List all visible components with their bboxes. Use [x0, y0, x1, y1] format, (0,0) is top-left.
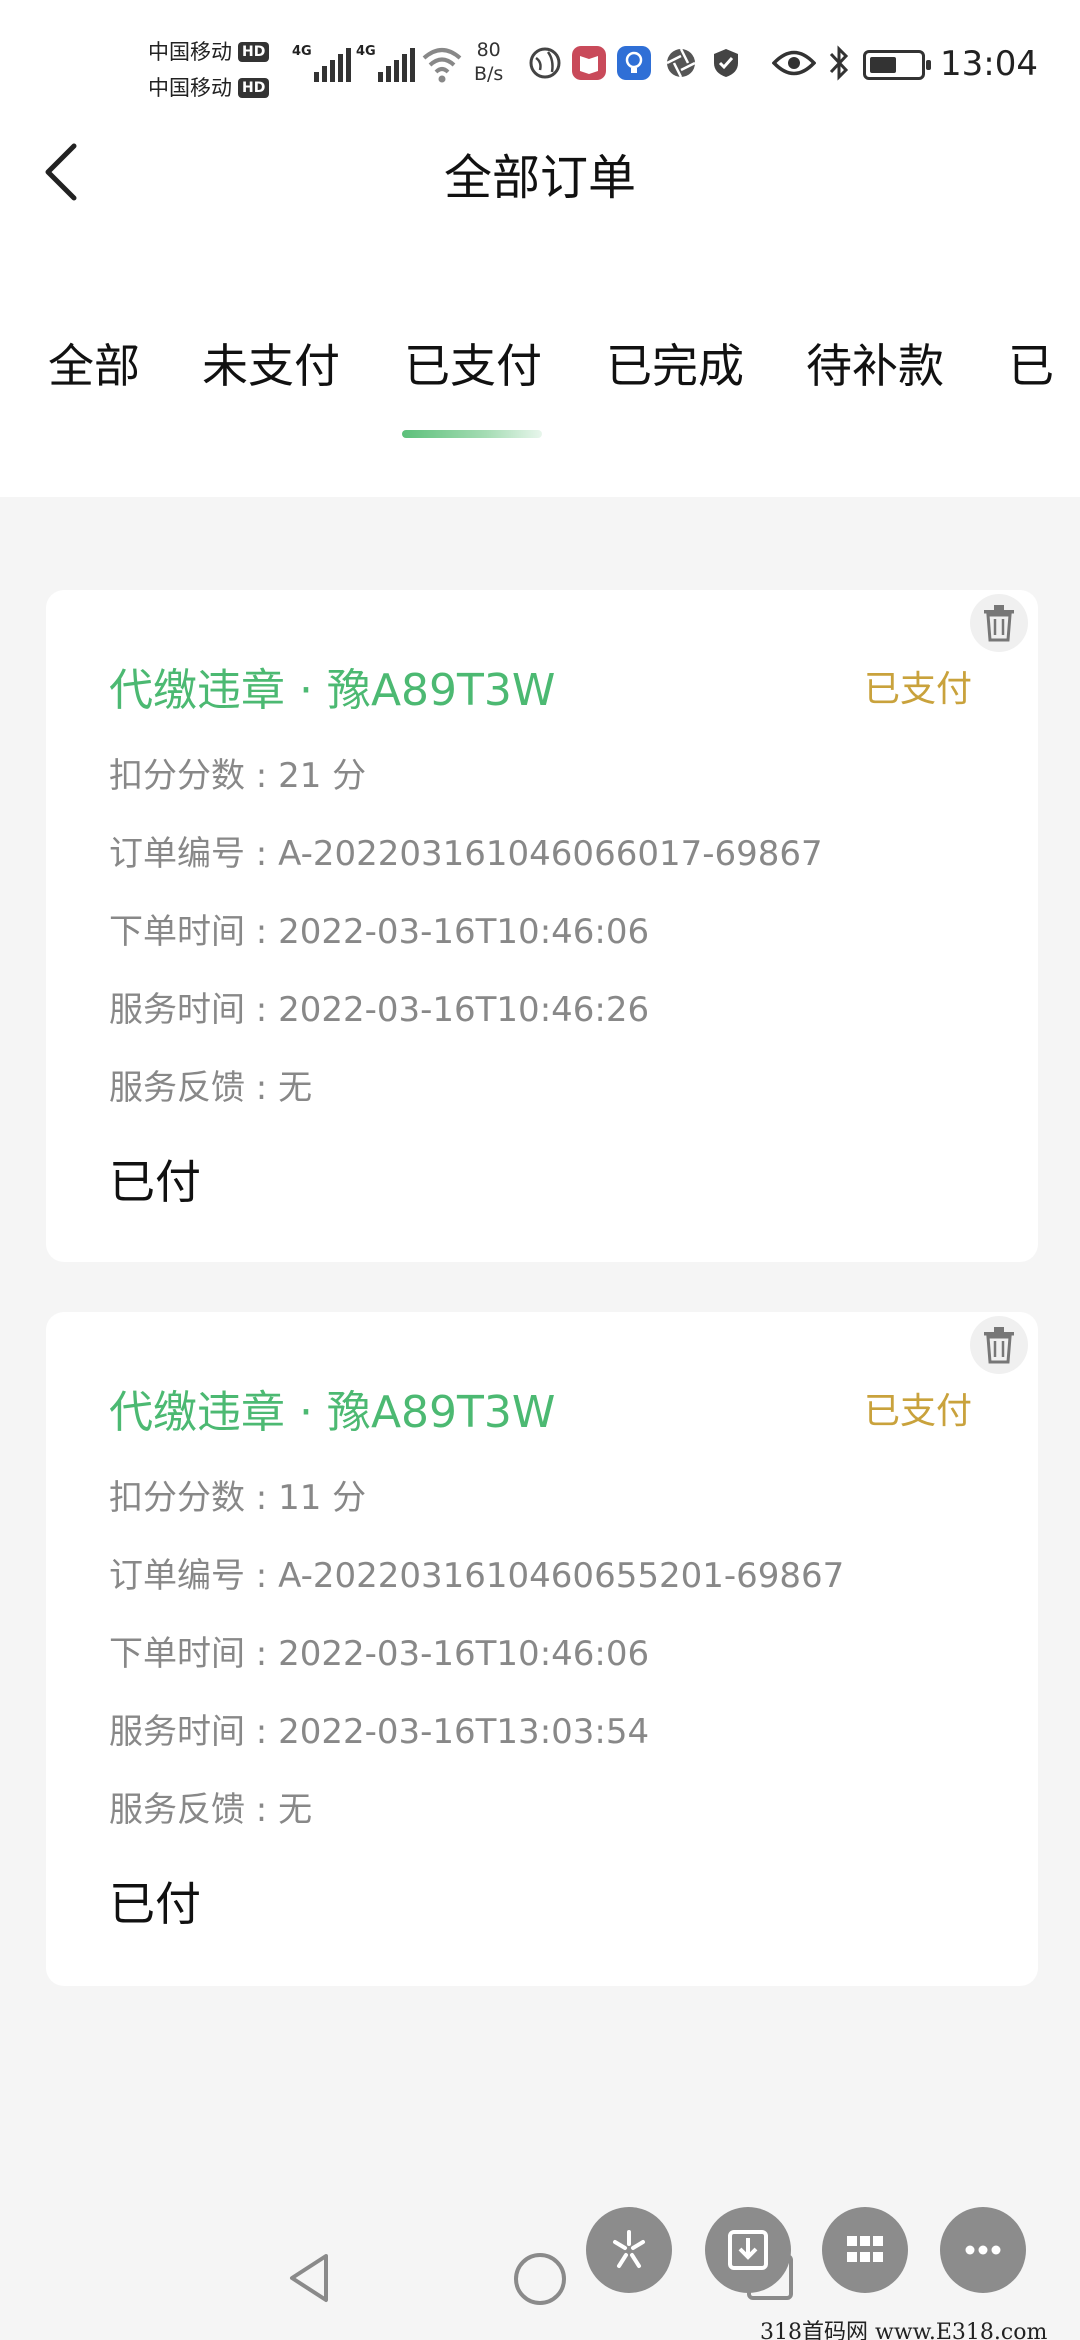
watermark: 318首码网 www.E318.com — [760, 2320, 1048, 2340]
floating-assist-button[interactable] — [586, 2207, 672, 2293]
carrier-2: 中国移动 — [148, 76, 232, 100]
order-points: 扣分分数 : 11 分 — [109, 1478, 367, 1518]
order-points: 扣分分数 : 21 分 — [109, 756, 367, 796]
grid-icon — [847, 2236, 883, 2262]
nav-home-icon[interactable] — [514, 2253, 566, 2305]
paid-label: 已付 — [109, 1877, 201, 1931]
order-card[interactable]: 代缴违章 · 豫A89T3W 已支付 扣分分数 : 11 分 订单编号 : A-… — [46, 1312, 1038, 1986]
tab-pending-payment[interactable]: 待补款 — [806, 330, 944, 396]
service-time: 服务时间 : 2022-03-16T10:46:26 — [109, 990, 650, 1030]
net-speed-unit: B/s — [474, 63, 504, 85]
floating-apps-button[interactable] — [822, 2207, 908, 2293]
delete-button[interactable] — [970, 1316, 1028, 1374]
tab-indicator — [402, 430, 542, 438]
carrier-info: 中国移动 HD 中国移动 HD — [148, 34, 270, 106]
floating-more-button[interactable] — [940, 2207, 1026, 2293]
order-time: 下单时间 : 2022-03-16T10:46:06 — [109, 1634, 650, 1674]
signal-icon: 4G — [292, 40, 354, 82]
more-icon — [965, 2245, 1001, 2255]
trash-icon — [984, 1327, 1014, 1364]
hd-badge: HD — [238, 42, 270, 62]
order-time: 下单时间 : 2022-03-16T10:46:06 — [109, 912, 650, 952]
globe-app-icon — [529, 47, 561, 79]
net-label: 4G — [292, 44, 312, 59]
delete-button[interactable] — [970, 594, 1028, 652]
eye-icon — [772, 50, 816, 76]
order-status: 已支付 — [863, 669, 972, 710]
service-feedback: 服务反馈 : 无 — [109, 1790, 313, 1830]
order-tabs: 全部 未支付 已支付 已完成 待补款 已 — [0, 330, 1080, 410]
net-label-2: 4G — [356, 44, 376, 59]
clock: 13:04 — [940, 44, 1038, 84]
net-speed-value: 80 — [476, 39, 501, 61]
order-card[interactable]: 代缴违章 · 豫A89T3W 已支付 扣分分数 : 21 分 订单编号 : A-… — [46, 590, 1038, 1262]
order-number: 订单编号 : A-202203161046065520​1-69867 — [109, 1556, 845, 1596]
book-app-icon — [572, 46, 606, 80]
shield-icon — [714, 49, 738, 77]
service-feedback: 服务反馈 : 无 — [109, 1068, 313, 1108]
status-bar: 中国移动 HD 中国移动 HD 4G 4G 80 B/s 13:04 — [0, 0, 1080, 130]
paid-label: 已付 — [109, 1155, 201, 1209]
tab-overflow[interactable]: 已 — [1008, 330, 1054, 396]
floating-download-button[interactable] — [705, 2207, 791, 2293]
wifi-icon — [422, 48, 462, 83]
order-number: 订单编号 : A-202203161046066017-69867 — [109, 834, 823, 874]
bluetooth-icon — [829, 45, 849, 81]
service-time: 服务时间 : 2022-03-16T13:03:54 — [109, 1712, 650, 1752]
order-title: 代缴违章 · 豫A89T3W — [109, 665, 556, 716]
trash-icon — [984, 605, 1014, 642]
download-icon — [728, 2230, 768, 2270]
order-status: 已支付 — [863, 1391, 972, 1432]
tab-completed[interactable]: 已完成 — [606, 330, 744, 396]
top-panel: 中国移动 HD 中国移动 HD 4G 4G 80 B/s 13:04 全部订单 … — [0, 0, 1080, 497]
tab-paid[interactable]: 已支付 — [404, 330, 542, 396]
tab-all[interactable]: 全部 — [48, 330, 140, 396]
tab-unpaid[interactable]: 未支付 — [202, 330, 340, 396]
net-speed: 80 B/s — [474, 38, 503, 86]
battery-icon — [863, 50, 931, 80]
bulb-app-icon — [617, 46, 651, 80]
hd-badge-2: HD — [238, 78, 270, 98]
aperture-icon — [666, 48, 696, 78]
signal-icon-2: 4G — [356, 40, 418, 82]
page-title: 全部订单 — [443, 150, 636, 206]
sparkle-icon — [613, 2230, 645, 2268]
carrier-1: 中国移动 — [148, 40, 232, 64]
nav-back-icon[interactable] — [286, 2252, 332, 2304]
order-title: 代缴违章 · 豫A89T3W — [109, 1387, 556, 1438]
battery-level — [870, 57, 896, 73]
